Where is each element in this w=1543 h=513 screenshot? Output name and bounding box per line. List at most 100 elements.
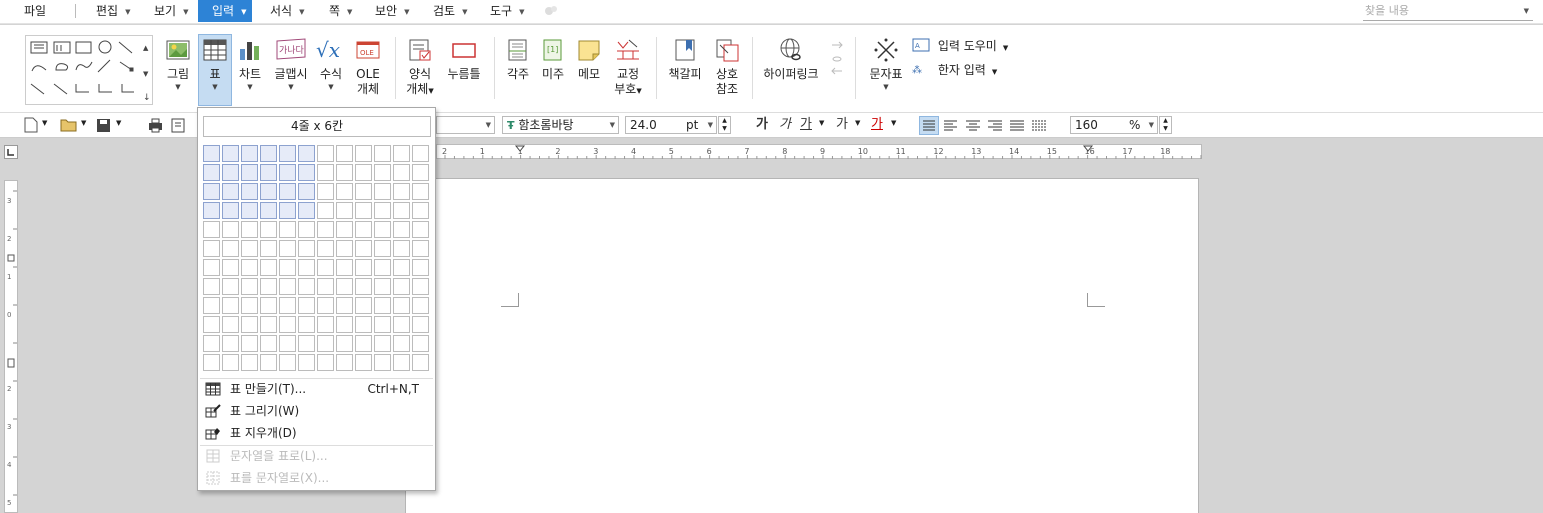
table-grid-cell[interactable] — [241, 183, 258, 200]
table-grid-cell[interactable] — [279, 240, 296, 257]
chevron-down-icon[interactable]: ▼ — [855, 119, 860, 127]
table-grid-cell[interactable] — [241, 145, 258, 162]
table-grid-cell[interactable] — [203, 202, 220, 219]
table-grid-cell[interactable] — [260, 202, 277, 219]
table-grid-cell[interactable] — [393, 240, 410, 257]
table-grid-cell[interactable] — [355, 183, 372, 200]
table-grid-cell[interactable] — [412, 164, 429, 181]
table-grid-cell[interactable] — [203, 335, 220, 352]
table-grid-cell[interactable] — [222, 202, 239, 219]
table-grid-cell[interactable] — [203, 316, 220, 333]
table-grid-cell[interactable] — [336, 183, 353, 200]
table-grid-cell[interactable] — [412, 335, 429, 352]
menu-format[interactable]: 서식 ▼ — [270, 0, 304, 22]
zoom-stepper[interactable]: ▲ ▼ — [1159, 116, 1172, 134]
bold-button[interactable]: 가 — [756, 117, 768, 133]
table-grid-cell[interactable] — [355, 259, 372, 276]
table-grid-cell[interactable] — [355, 354, 372, 371]
table-grid-cell[interactable] — [241, 202, 258, 219]
table-grid-cell[interactable] — [317, 316, 334, 333]
table-grid-cell[interactable] — [412, 259, 429, 276]
table-grid-cell[interactable] — [317, 221, 334, 238]
table-grid-cell[interactable] — [241, 335, 258, 352]
chevron-down-icon[interactable]: ▼ — [1524, 2, 1529, 20]
ole-object-button[interactable]: OLE OLE 개체 — [352, 35, 384, 97]
table-grid-cell[interactable] — [203, 183, 220, 200]
table-grid-cell[interactable] — [279, 335, 296, 352]
menu-review[interactable]: 검토 ▼ — [433, 0, 467, 22]
table-grid-cell[interactable] — [222, 354, 239, 371]
table-grid-cell[interactable] — [317, 259, 334, 276]
table-grid-cell[interactable] — [317, 335, 334, 352]
menu-view[interactable]: 보기 ▼ — [154, 0, 188, 22]
table-grid-cell[interactable] — [412, 221, 429, 238]
table-grid-cell[interactable] — [317, 202, 334, 219]
table-grid-cell[interactable] — [393, 335, 410, 352]
table-grid-cell[interactable] — [336, 335, 353, 352]
chart-button[interactable]: 차트 ▼ — [234, 35, 266, 92]
table-grid-cell[interactable] — [412, 202, 429, 219]
table-grid-cell[interactable] — [355, 297, 372, 314]
hanja-input-button[interactable]: ⁂ 한자 입력 ▼ — [912, 61, 997, 79]
table-grid-cell[interactable] — [336, 221, 353, 238]
table-grid-cell[interactable] — [336, 316, 353, 333]
new-document-icon[interactable] — [24, 117, 38, 133]
table-grid-cell[interactable] — [412, 240, 429, 257]
picture-button[interactable]: 그림 ▼ — [161, 35, 195, 92]
table-grid-cell[interactable] — [222, 278, 239, 295]
wordart-button[interactable]: 가나다 글맵시 ▼ — [271, 35, 311, 92]
table-grid-cell[interactable] — [260, 164, 277, 181]
table-grid-cell[interactable] — [279, 316, 296, 333]
table-grid-cell[interactable] — [298, 278, 315, 295]
document-page[interactable] — [405, 178, 1199, 513]
bookmark-button[interactable]: 책갈피 — [664, 35, 706, 82]
print-icon[interactable] — [148, 118, 163, 133]
chevron-down-icon[interactable]: ▼ — [81, 119, 86, 127]
table-grid-cell[interactable] — [298, 240, 315, 257]
horizontal-ruler[interactable]: 21123456789101112131415161718 — [436, 144, 1202, 159]
table-grid-cell[interactable] — [393, 183, 410, 200]
table-grid-cell[interactable] — [222, 164, 239, 181]
table-grid-cell[interactable] — [317, 278, 334, 295]
table-grid-cell[interactable] — [241, 240, 258, 257]
table-grid-cell[interactable] — [374, 354, 391, 371]
table-grid-cell[interactable] — [222, 221, 239, 238]
table-grid-cell[interactable] — [203, 259, 220, 276]
table-grid-cell[interactable] — [203, 297, 220, 314]
table-grid-cell[interactable] — [241, 278, 258, 295]
table-to-text-menu-item[interactable]: 표를 문자열로(X)... — [203, 467, 431, 489]
table-grid-cell[interactable] — [260, 335, 277, 352]
table-grid-cell[interactable] — [336, 240, 353, 257]
italic-button[interactable]: 가 — [779, 117, 791, 133]
table-grid-cell[interactable] — [393, 278, 410, 295]
chevron-down-icon[interactable]: ▼ — [819, 119, 824, 127]
table-grid-cell[interactable] — [260, 259, 277, 276]
table-grid-cell[interactable] — [317, 164, 334, 181]
pushbutton-field-button[interactable]: 누름틀 — [444, 35, 484, 82]
table-grid-cell[interactable] — [393, 145, 410, 162]
underline-button[interactable]: 가 — [800, 117, 812, 133]
font-size-field[interactable]: 24.0 pt ▼ — [625, 116, 717, 134]
hyperlink-button[interactable]: 하이퍼링크 — [760, 35, 822, 82]
vertical-ruler[interactable]: 3 2 1 0 2 3 4 5 — [4, 180, 18, 513]
table-grid-cell[interactable] — [260, 145, 277, 162]
table-grid-cell[interactable] — [412, 316, 429, 333]
chevron-down-icon[interactable]: ▼ — [42, 119, 47, 127]
menu-security[interactable]: 보안 ▼ — [375, 0, 409, 22]
table-grid-cell[interactable] — [317, 297, 334, 314]
table-grid-cell[interactable] — [374, 145, 391, 162]
table-grid-cell[interactable] — [260, 354, 277, 371]
align-left-button[interactable] — [942, 117, 960, 134]
table-grid-cell[interactable] — [222, 316, 239, 333]
menu-tools[interactable]: 도구 ▼ — [490, 0, 524, 22]
table-grid-cell[interactable] — [412, 145, 429, 162]
table-grid-cell[interactable] — [374, 221, 391, 238]
font-select[interactable]: Ŧ 함초롬바탕 ▼ — [502, 116, 619, 134]
search-input[interactable]: 찾을 내용 ▼ — [1363, 2, 1533, 21]
table-button[interactable]: 표 ▼ — [198, 34, 232, 106]
preview-icon[interactable] — [171, 118, 185, 133]
table-grid-cell[interactable] — [355, 335, 372, 352]
table-grid-cell[interactable] — [336, 297, 353, 314]
table-grid-cell[interactable] — [393, 221, 410, 238]
table-grid-cell[interactable] — [317, 354, 334, 371]
